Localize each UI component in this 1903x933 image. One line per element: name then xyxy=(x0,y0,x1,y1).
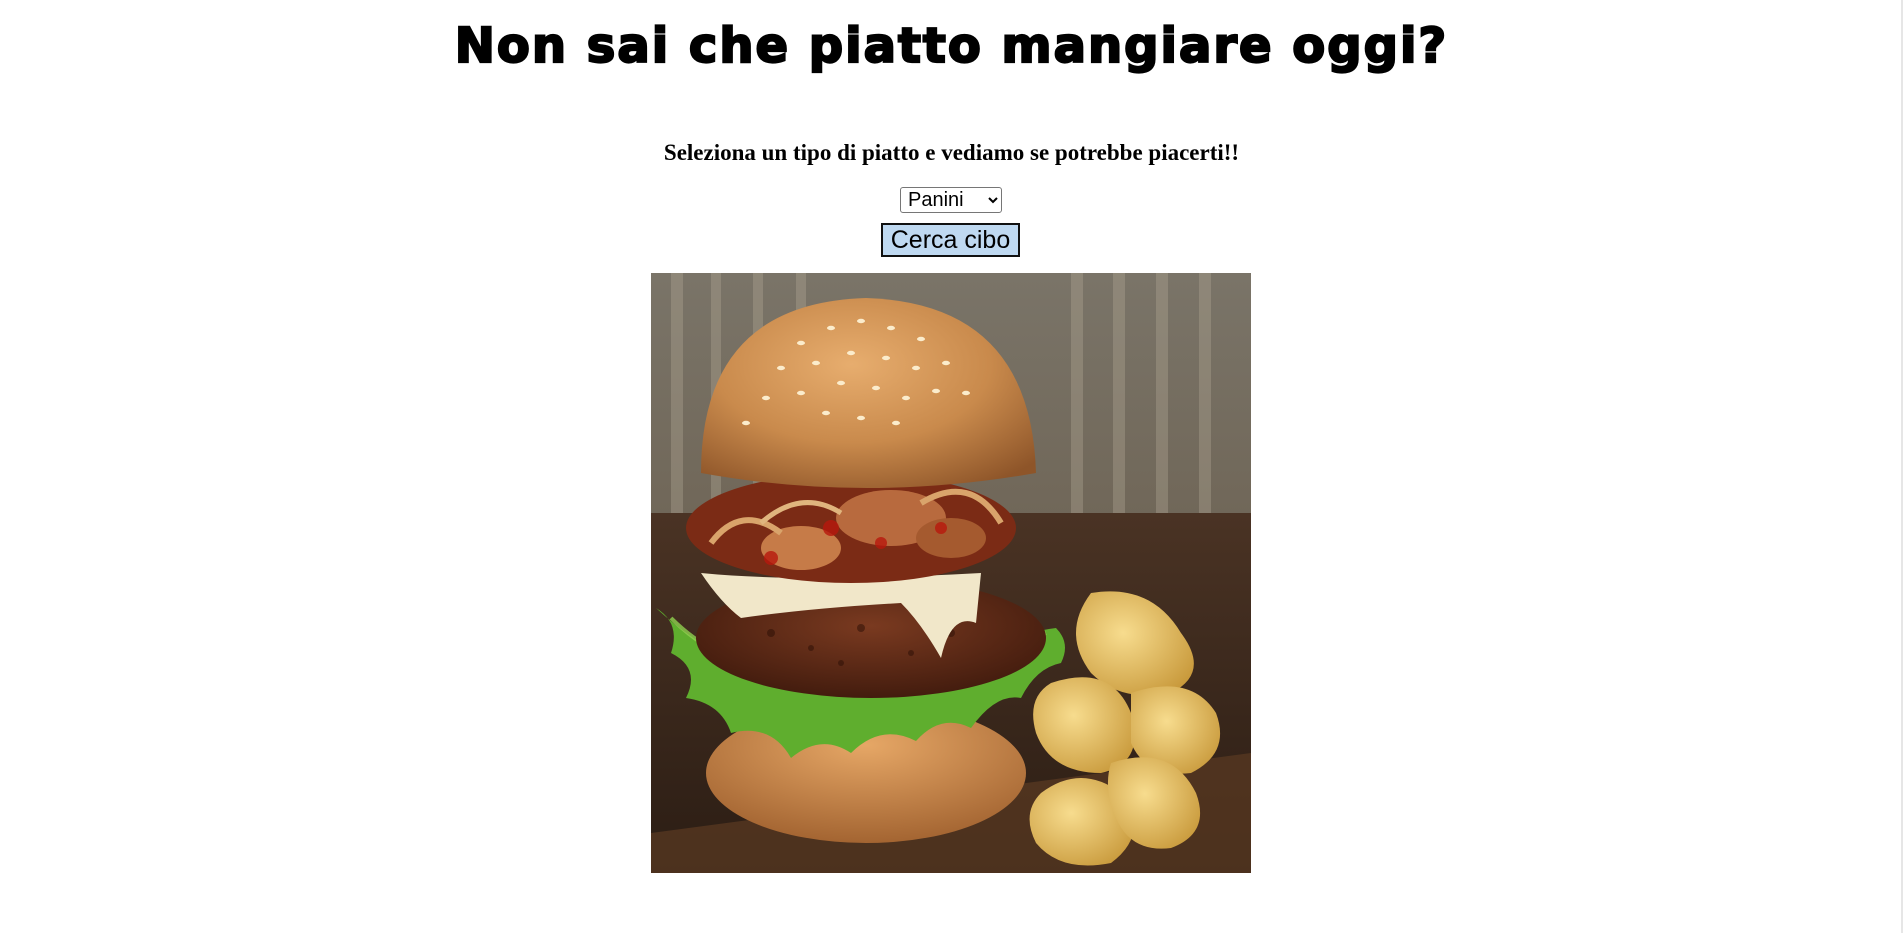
dish-type-select[interactable]: Panini xyxy=(900,187,1002,213)
burger-photo xyxy=(651,273,1251,873)
page-title: Non sai che piatto mangiare oggi? xyxy=(454,17,1449,75)
search-food-button[interactable]: Cerca cibo xyxy=(881,223,1020,257)
page: Non sai che piatto mangiare oggi? Selezi… xyxy=(0,0,1903,933)
instruction-text: Seleziona un tipo di piatto e vediamo se… xyxy=(663,140,1240,165)
dish-type-select-wrapper: Panini xyxy=(900,187,1002,213)
